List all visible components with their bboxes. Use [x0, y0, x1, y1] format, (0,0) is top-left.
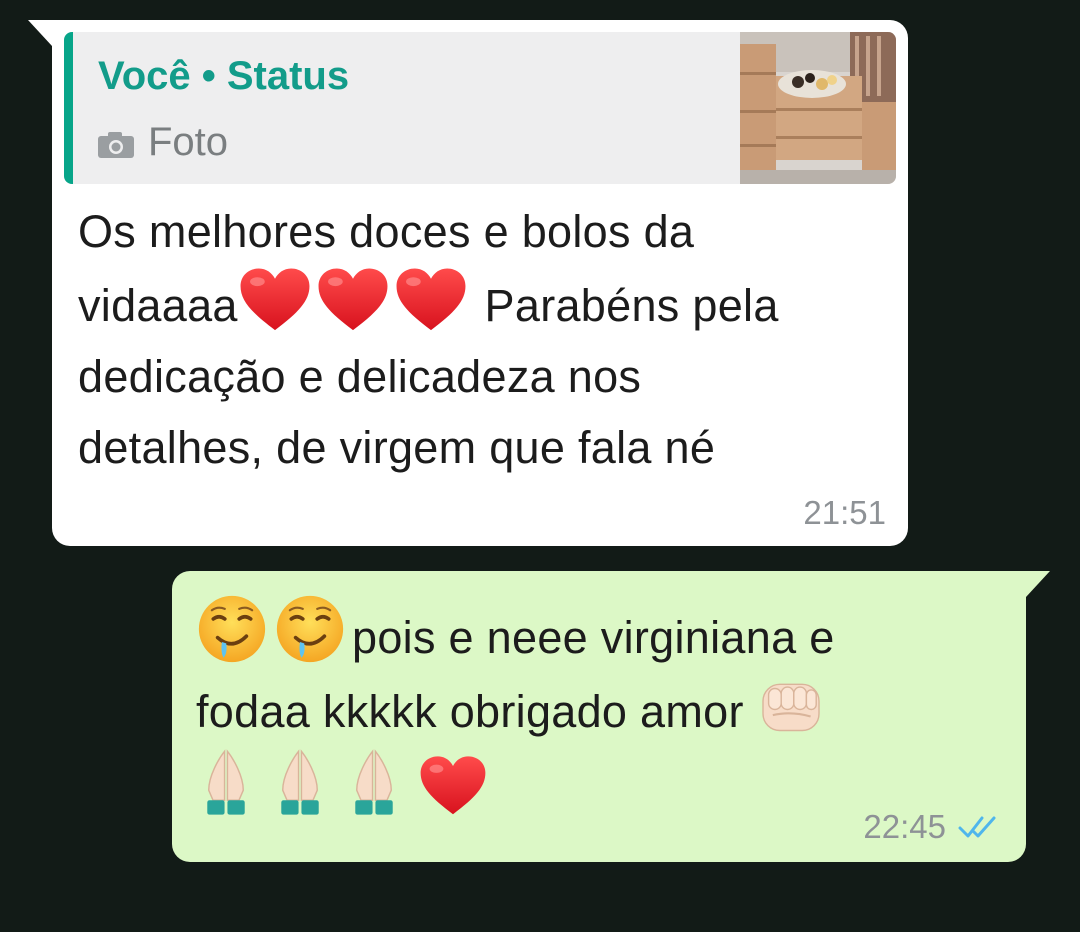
incoming-message-bubble[interactable]: Você • Status Foto Os melhores doces e b… [28, 20, 908, 546]
outgoing-message-bubble[interactable]: pois e neee virginiana e fodaa kkkkk obr… [172, 571, 1050, 862]
red-heart-emoji [238, 267, 312, 333]
oncoming-fist-emoji [756, 673, 826, 739]
folded-hands-emoji [270, 747, 330, 819]
message-line: vidaaaa Parabéns pela [78, 267, 878, 341]
outgoing-message-time: 22:45 [863, 808, 946, 845]
quote-media-type: Foto [98, 120, 228, 165]
message-line: dedicação e delicadeza nos [78, 351, 642, 402]
incoming-message-text: Os melhores doces e bolos da vidaaaa Par… [78, 196, 878, 483]
message-line: detalhes, de virgem que fala né [78, 422, 716, 473]
message-line: pois e neee virginiana e [196, 593, 956, 673]
incoming-bubble-tail [28, 20, 52, 46]
red-heart-emoji [418, 755, 488, 817]
message-line [196, 747, 956, 825]
outgoing-bubble-tail [1026, 571, 1050, 597]
double-check-read-icon [958, 816, 996, 838]
drooling-face-emoji [196, 593, 268, 665]
incoming-message-time: 21:51 [803, 494, 886, 531]
message-line: fodaa kkkkk obrigado amor [196, 673, 956, 747]
camera-icon [98, 131, 134, 158]
message-line: Os melhores doces e bolos da [78, 206, 695, 257]
status-photo-thumbnail[interactable] [740, 32, 896, 184]
quoted-status-reply[interactable]: Você • Status Foto [64, 32, 896, 184]
quote-accent-bar [64, 32, 73, 184]
message-status: 22:45 [863, 808, 1004, 846]
red-heart-emoji [394, 267, 468, 333]
message-fragment: fodaa kkkkk obrigado amor [196, 686, 744, 737]
message-fragment: vidaaaa [78, 280, 238, 331]
outgoing-message-text: pois e neee virginiana e fodaa kkkkk obr… [196, 593, 956, 825]
message-fragment: Parabéns pela [484, 280, 779, 331]
red-heart-emoji [316, 267, 390, 333]
message-fragment: pois e neee virginiana e [352, 612, 835, 663]
folded-hands-emoji [344, 747, 404, 819]
folded-hands-emoji [196, 747, 256, 819]
quote-media-label: Foto [148, 120, 229, 164]
quote-author: Você • Status [98, 54, 350, 98]
drooling-face-emoji [274, 593, 346, 665]
